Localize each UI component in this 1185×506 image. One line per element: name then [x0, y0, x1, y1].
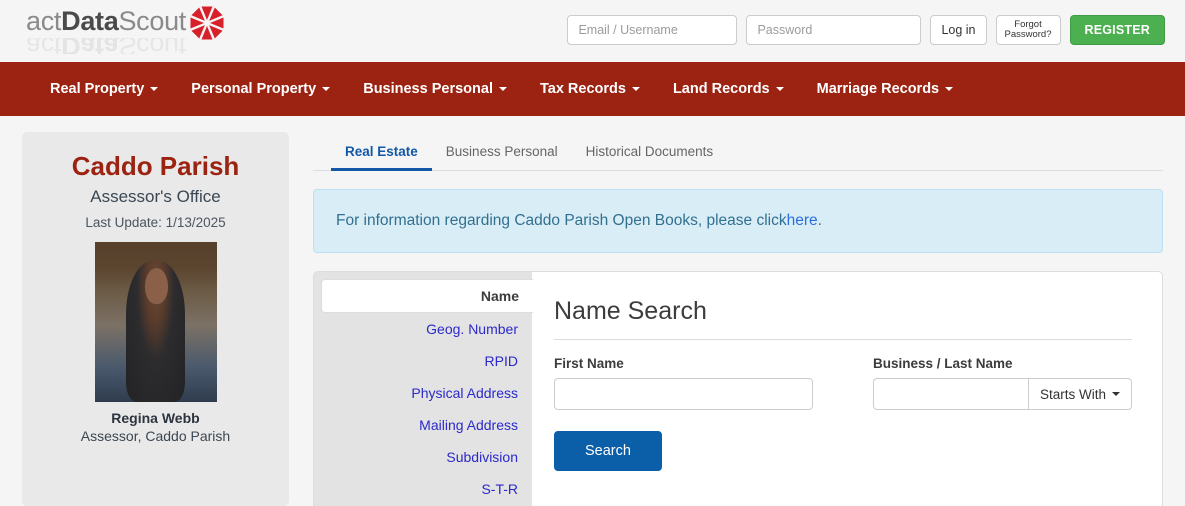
form-divider	[554, 339, 1132, 340]
chevron-down-icon	[150, 87, 159, 91]
nav-label: Business Personal	[363, 81, 493, 97]
search-form-title: Name Search	[554, 297, 707, 325]
first-name-label: First Name	[554, 356, 624, 371]
nav-label: Real Property	[50, 81, 145, 97]
open-books-info-alert: For information regarding Caddo Parish O…	[313, 189, 1163, 253]
search-button[interactable]: Search	[554, 431, 662, 471]
last-name-field-group: Business / Last Name Starts With	[873, 356, 1132, 410]
pinwheel-icon	[190, 6, 224, 40]
chevron-down-icon	[631, 87, 640, 91]
last-name-input-group: Starts With	[873, 378, 1132, 410]
search-nav-item-subdivision[interactable]: Subdivision	[314, 441, 532, 473]
chevron-down-icon	[945, 87, 954, 91]
search-form: Name Search First Name Business / Last N…	[532, 272, 1162, 506]
name-fields-row: First Name Business / Last Name Starts W…	[554, 356, 1132, 410]
first-name-input[interactable]	[554, 378, 813, 410]
search-nav-item-geog-number[interactable]: Geog. Number	[314, 313, 532, 345]
main-navigation: Real Property Personal Property Business…	[0, 62, 1185, 116]
record-type-tabs: Real Estate Business Personal Historical…	[313, 132, 1163, 171]
nav-label: Personal Property	[191, 81, 317, 97]
nav-item-personal-property[interactable]: Personal Property	[191, 81, 331, 97]
open-books-link[interactable]: here	[787, 212, 818, 230]
chevron-down-icon	[775, 87, 784, 91]
alert-text-before: For information regarding Caddo Parish O…	[336, 212, 787, 229]
logo-text-data: Data	[61, 6, 119, 36]
search-nav-item-physical-address[interactable]: Physical Address	[314, 377, 532, 409]
search-panel: Name Geog. Number RPID Physical Address …	[313, 271, 1163, 506]
nav-label: Tax Records	[539, 81, 626, 97]
nav-item-real-property[interactable]: Real Property	[50, 81, 159, 97]
match-mode-label: Starts With	[1039, 386, 1106, 402]
site-header: actDataScout actDataScout Log in Forgot	[0, 0, 1185, 62]
assessor-portrait-photo	[94, 242, 217, 402]
nav-item-business-personal[interactable]: Business Personal	[363, 81, 507, 97]
login-controls: Log in Forgot Password? REGISTER	[567, 15, 1185, 45]
search-nav-item-name[interactable]: Name	[321, 279, 533, 313]
nav-item-marriage-records[interactable]: Marriage Records	[817, 81, 954, 97]
search-nav-item-rpid[interactable]: RPID	[314, 345, 532, 377]
search-nav-item-mailing-address[interactable]: Mailing Address	[314, 409, 532, 441]
login-button[interactable]: Log in	[930, 15, 987, 45]
assessor-title: Assessor, Caddo Parish	[80, 428, 231, 444]
chevron-down-icon	[498, 87, 507, 91]
tab-business-personal[interactable]: Business Personal	[432, 135, 572, 171]
register-button[interactable]: REGISTER	[1069, 15, 1165, 45]
chevron-down-icon	[1112, 392, 1120, 396]
nav-item-tax-records[interactable]: Tax Records	[540, 81, 640, 97]
password-input[interactable]	[746, 15, 922, 45]
tab-historical-documents[interactable]: Historical Documents	[572, 135, 728, 171]
last-update-text: Last Update: 1/13/2025	[85, 215, 226, 230]
search-nav-item-str[interactable]: S-T-R	[314, 473, 532, 505]
logo-text-scout: Scout	[118, 6, 186, 36]
chevron-down-icon	[322, 87, 331, 91]
nav-label: Land Records	[672, 81, 770, 97]
tab-real-estate[interactable]: Real Estate	[331, 135, 432, 171]
alert-text-after: .	[817, 212, 822, 229]
nav-label: Marriage Records	[816, 81, 940, 97]
forgot-password-button[interactable]: Forgot Password?	[995, 15, 1061, 45]
assessor-name: Regina Webb	[111, 410, 200, 426]
page-body: Caddo Parish Assessor's Office Last Upda…	[0, 116, 1185, 506]
email-username-input[interactable]	[567, 15, 738, 45]
logo-text-act: act	[26, 6, 62, 36]
office-subtitle: Assessor's Office	[90, 187, 221, 206]
match-mode-dropdown[interactable]: Starts With	[1027, 378, 1132, 410]
last-name-input[interactable]	[873, 378, 1028, 410]
main-content: Real Estate Business Personal Historical…	[313, 132, 1163, 506]
assessor-sidebar: Caddo Parish Assessor's Office Last Upda…	[22, 132, 289, 506]
forgot-password-line2: Password?	[1004, 29, 1052, 40]
parish-title: Caddo Parish	[71, 151, 240, 181]
search-type-nav: Name Geog. Number RPID Physical Address …	[314, 272, 533, 506]
first-name-field-group: First Name	[554, 356, 813, 410]
last-name-label: Business / Last Name	[873, 356, 1013, 371]
nav-item-land-records[interactable]: Land Records	[673, 81, 784, 97]
